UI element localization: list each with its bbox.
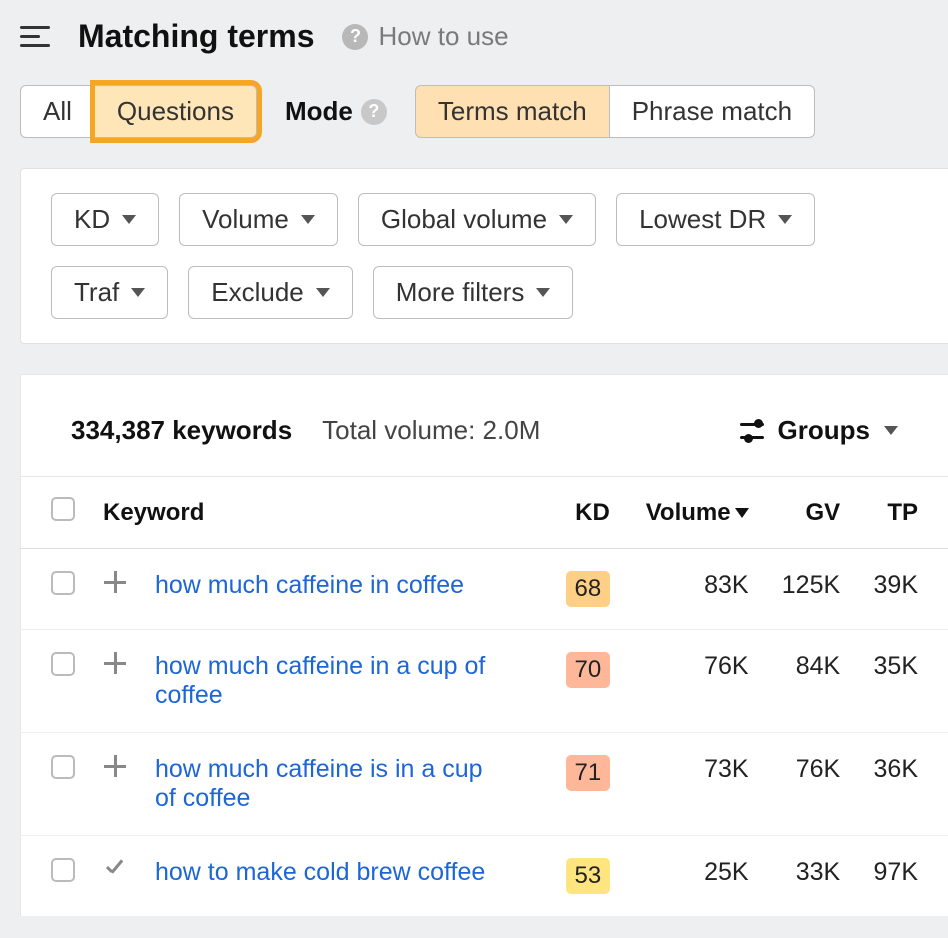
groups-label: Groups — [778, 415, 870, 446]
sort-desc-icon — [735, 508, 749, 518]
expand-icon[interactable] — [104, 571, 126, 593]
chevron-down-icon — [301, 215, 315, 224]
how-to-use-label: How to use — [378, 21, 508, 52]
filter-traf[interactable]: Traf — [51, 266, 168, 319]
table-row: how much caffeine is in a cup of coffee 7… — [21, 733, 948, 836]
keyword-link[interactable]: how much caffeine is in a cup of coffee — [155, 755, 483, 812]
chevron-down-icon — [559, 215, 573, 224]
keyword-link[interactable]: how to make cold brew coffee — [155, 858, 485, 886]
tab-all[interactable]: All — [20, 85, 95, 138]
col-kd[interactable]: KD — [544, 477, 624, 549]
cell-volume: 76K — [624, 630, 763, 733]
keywords-table: Keyword KD Volume GV TP how much caffein… — [20, 476, 948, 917]
cell-tp: 35K — [854, 630, 948, 733]
chevron-down-icon — [884, 426, 898, 435]
row-checkbox[interactable] — [51, 858, 75, 882]
filter-lowest-dr[interactable]: Lowest DR — [616, 193, 815, 246]
checkmark-icon[interactable] — [103, 858, 127, 882]
total-volume: Total volume: 2.0M — [322, 415, 540, 446]
chevron-down-icon — [778, 215, 792, 224]
kd-badge: 71 — [566, 755, 610, 791]
help-icon: ? — [342, 24, 368, 50]
kd-badge: 53 — [566, 858, 610, 894]
help-icon[interactable]: ? — [361, 99, 387, 125]
chevron-down-icon — [316, 288, 330, 297]
tab-questions[interactable]: Questions — [95, 85, 257, 138]
kd-badge: 68 — [566, 571, 610, 607]
chevron-down-icon — [131, 288, 145, 297]
groups-toggle[interactable]: Groups — [740, 415, 898, 446]
chevron-down-icon — [122, 215, 136, 224]
cell-tp: 97K — [854, 836, 948, 917]
cell-volume: 73K — [624, 733, 763, 836]
menu-icon[interactable] — [20, 26, 50, 47]
filter-global-volume[interactable]: Global volume — [358, 193, 596, 246]
keyword-count: 334,387 keywords — [71, 415, 292, 446]
cell-gv: 84K — [763, 630, 855, 733]
sliders-icon — [740, 419, 764, 443]
chevron-down-icon — [536, 288, 550, 297]
cell-tp: 36K — [854, 733, 948, 836]
table-row: how much caffeine in coffee 68 83K125K39K — [21, 549, 948, 630]
col-keyword[interactable]: Keyword — [89, 477, 544, 549]
filters-panel: KD Volume Global volume Lowest DR Traf Exclud… — [20, 168, 948, 344]
table-row: how to make cold brew coffee 53 25K33K97K — [21, 836, 948, 917]
col-volume[interactable]: Volume — [624, 477, 763, 549]
filter-kd[interactable]: KD — [51, 193, 159, 246]
mode-terms-match[interactable]: Terms match — [415, 85, 610, 138]
cell-volume: 25K — [624, 836, 763, 917]
results-summary: 334,387 keywords Total volume: 2.0M Grou… — [20, 374, 948, 476]
row-checkbox[interactable] — [51, 571, 75, 595]
cell-gv: 33K — [763, 836, 855, 917]
expand-icon[interactable] — [104, 755, 126, 777]
row-checkbox[interactable] — [51, 652, 75, 676]
keyword-link[interactable]: how much caffeine in a cup of coffee — [155, 652, 485, 709]
cell-gv: 76K — [763, 733, 855, 836]
kd-badge: 70 — [566, 652, 610, 688]
col-tp[interactable]: TP — [854, 477, 948, 549]
page-title: Matching terms — [78, 18, 314, 55]
cell-gv: 125K — [763, 549, 855, 630]
table-row: how much caffeine in a cup of coffee 70 76… — [21, 630, 948, 733]
row-checkbox[interactable] — [51, 755, 75, 779]
cell-tp: 39K — [854, 549, 948, 630]
filter-volume[interactable]: Volume — [179, 193, 338, 246]
mode-phrase-match[interactable]: Phrase match — [610, 85, 815, 138]
expand-icon[interactable] — [104, 652, 126, 674]
filter-more-filters[interactable]: More filters — [373, 266, 574, 319]
col-gv[interactable]: GV — [763, 477, 855, 549]
mode-toggle-group: Terms match Phrase match — [415, 85, 815, 138]
keyword-link[interactable]: how much caffeine in coffee — [155, 571, 464, 599]
filter-exclude[interactable]: Exclude — [188, 266, 353, 319]
mode-label: Mode ? — [285, 96, 387, 127]
filter-toggle-group: All Questions — [20, 85, 257, 138]
cell-volume: 83K — [624, 549, 763, 630]
how-to-use-link[interactable]: ? How to use — [342, 21, 508, 52]
select-all-checkbox[interactable] — [51, 497, 75, 521]
